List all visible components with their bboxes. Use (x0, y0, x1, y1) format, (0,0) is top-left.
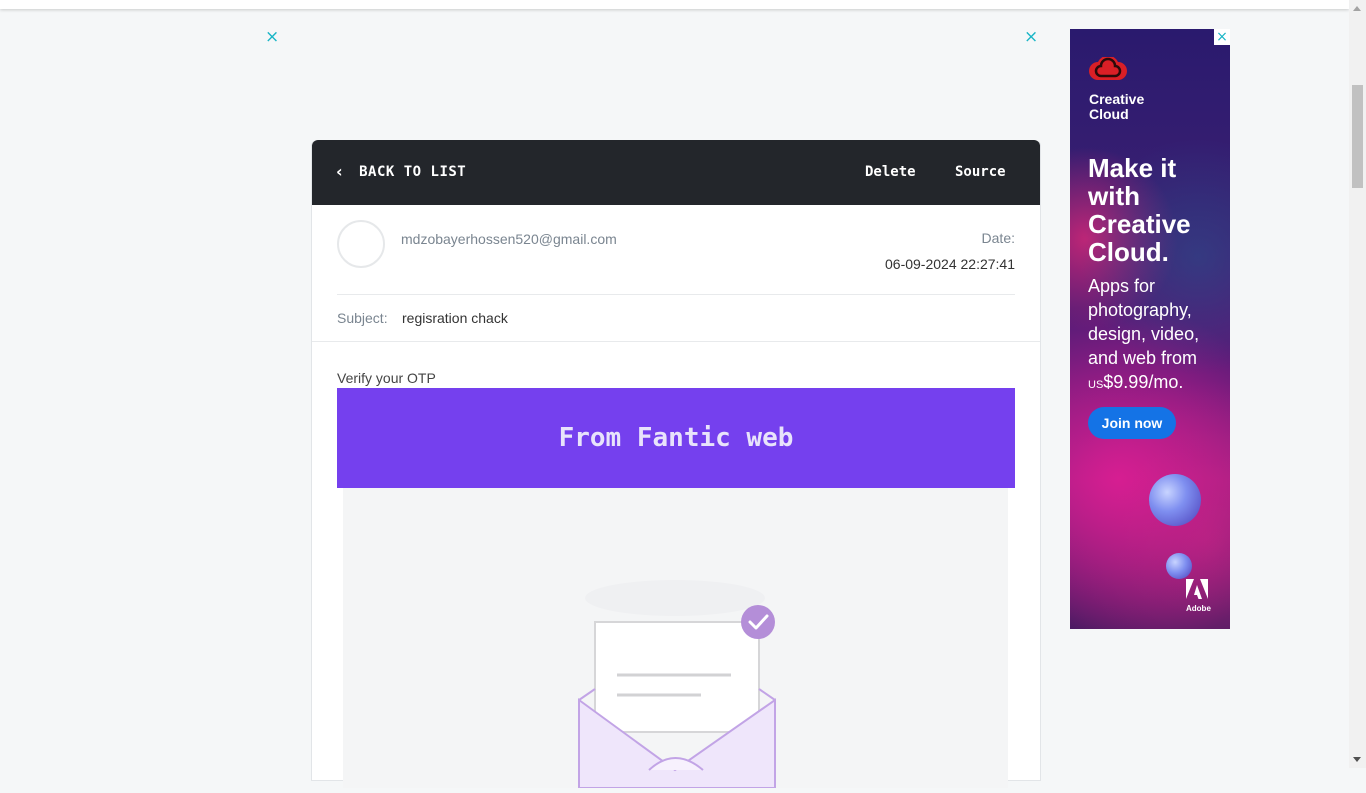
top-bar (0, 0, 1349, 9)
scroll-down-icon[interactable] (1353, 757, 1361, 762)
delete-button[interactable]: Delete (865, 164, 916, 180)
back-to-list-label: BACK TO LIST (359, 163, 467, 180)
creative-cloud-ad[interactable]: × Creative Cloud Make it with Creative C… (1070, 29, 1230, 629)
join-now-button[interactable]: Join now (1088, 407, 1176, 439)
email-toolbar: ‹ BACK TO LIST Delete Source (312, 140, 1040, 205)
close-ad-top-icon[interactable]: × (1024, 29, 1038, 46)
creative-cloud-logo-icon (1089, 57, 1127, 80)
ad-brand-name: Creative Cloud (1089, 91, 1145, 122)
email-view: ‹ BACK TO LIST Delete Source mdzobayerho… (311, 140, 1041, 789)
decorative-orb-small (1166, 553, 1192, 579)
sender-email: mdzobayerhossen520@gmail.com (401, 231, 617, 247)
ad-price: $9.99/mo. (1103, 372, 1184, 392)
ad-price-prefix: US (1088, 379, 1104, 391)
adobe-logo-icon (1186, 579, 1208, 599)
avatar (337, 220, 385, 268)
subject-label: Subject: (337, 310, 388, 326)
sender-row: mdzobayerhossen520@gmail.com Date: 06-09… (337, 205, 1015, 295)
preheader-text: Verify your OTP (337, 370, 436, 386)
subject-value: regisration chack (402, 310, 508, 326)
banner-title: From Fantic web (558, 423, 794, 453)
scroll-up-icon[interactable] (1353, 6, 1361, 11)
back-to-list-button[interactable]: ‹ BACK TO LIST (336, 162, 466, 181)
adobe-wordmark: Adobe (1186, 604, 1211, 613)
email-hero-image (343, 488, 1008, 789)
page-scrollbar[interactable] (1349, 0, 1366, 768)
scroll-thumb[interactable] (1352, 85, 1363, 188)
ad-headline: Make it with Creative Cloud. (1088, 153, 1191, 267)
chevron-left-icon: ‹ (336, 162, 344, 181)
envelope-check-illustration (578, 580, 776, 789)
decorative-orb-large (1149, 474, 1201, 526)
subject-row: Subject: regisration chack (312, 295, 1040, 342)
email-banner: From Fantic web (337, 388, 1015, 488)
adobe-logo: Adobe (1186, 579, 1211, 613)
date-label: Date: (981, 230, 1015, 246)
ad-body-text: Apps for photography, design, video, and… (1088, 274, 1223, 397)
ad-body: Apps for photography, design, video, and… (1088, 276, 1200, 368)
close-ad-left-icon[interactable]: × (265, 29, 279, 46)
source-button[interactable]: Source (955, 164, 1006, 180)
ad-close-icon[interactable]: × (1214, 29, 1230, 45)
date-value: 06-09-2024 22:27:41 (885, 256, 1015, 272)
